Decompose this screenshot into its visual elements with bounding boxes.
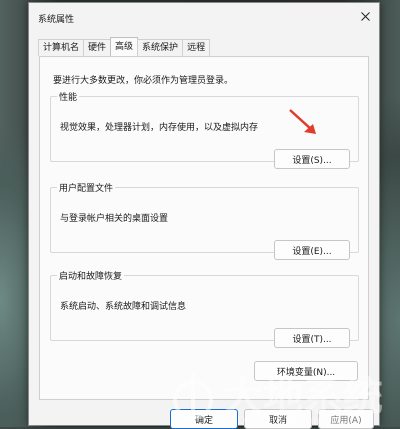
user-profiles-settings-button[interactable]: 设置(E)... (274, 240, 350, 260)
startup-recovery-title: 启动和故障恢复 (59, 272, 123, 282)
environment-variables-button[interactable]: 环境变量(N)... (254, 361, 358, 381)
close-icon[interactable] (357, 8, 373, 24)
tab-advanced[interactable]: 高级 (110, 37, 139, 56)
cancel-button[interactable]: 取消 (244, 409, 312, 429)
window-title: 系统属性 (38, 15, 75, 25)
startup-recovery-group: 启动和故障恢复 系统启动、系统故障和调试信息 设置(T)... (50, 269, 359, 348)
user-profiles-title: 用户配置文件 (59, 184, 114, 194)
performance-desc: 视觉效果，处理器计划，内存使用，以及虚拟内存 (60, 123, 259, 133)
performance-title: 性能 (59, 93, 78, 103)
tab-system-protection[interactable]: 系统保护 (137, 39, 184, 56)
tab-hardware[interactable]: 硬件 (83, 39, 112, 56)
tab-computer-name[interactable]: 计算机名 (38, 39, 85, 56)
ok-button[interactable]: 确定 (170, 409, 238, 429)
tab-bar: 计算机名 硬件 高级 系统保护 远程 (38, 37, 211, 56)
system-properties-dialog: 系统属性 计算机名 硬件 高级 系统保护 远程 要进行大多数更改，你必须作为管理… (28, 2, 380, 429)
admin-note: 要进行大多数更改，你必须作为管理员登录。 (53, 76, 234, 86)
user-profiles-group: 用户配置文件 与登录帐户相关的桌面设置 设置(E)... (50, 181, 359, 260)
title-bar: 系统属性 (29, 3, 379, 31)
red-arrow-annotation (289, 109, 316, 134)
startup-recovery-settings-button[interactable]: 设置(T)... (274, 328, 350, 348)
performance-settings-button[interactable]: 设置(S)... (274, 149, 350, 169)
startup-recovery-desc: 系统启动、系统故障和调试信息 (60, 302, 187, 312)
apply-button[interactable]: 应用(A) (318, 409, 374, 429)
user-profiles-desc: 与登录帐户相关的桌面设置 (60, 214, 169, 224)
tab-remote[interactable]: 远程 (182, 39, 211, 56)
